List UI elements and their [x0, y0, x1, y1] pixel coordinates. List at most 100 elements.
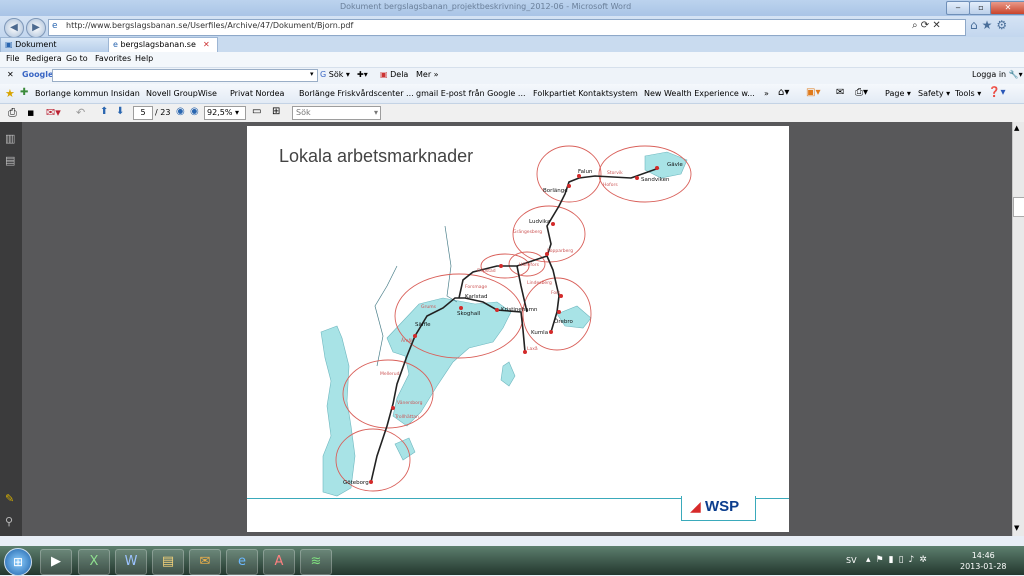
tray-expand-icon[interactable]: ▴ [866, 555, 876, 565]
scroll-up-arrow-icon[interactable]: ▲ [1014, 124, 1019, 132]
excel-icon[interactable]: X [78, 549, 110, 575]
tab-label: Dokument [15, 40, 57, 49]
wsp-logo-text: WSP [705, 498, 740, 515]
refresh-icon[interactable]: ⟳ [921, 20, 929, 31]
media-player-icon[interactable]: ▶ [40, 549, 72, 575]
zoom-in-icon[interactable]: ◉ [190, 106, 199, 117]
scrollbar-thumb[interactable] [1013, 197, 1024, 217]
favorite-link[interactable]: Folkpartiet Kontaktsystem [533, 89, 638, 98]
rail-map: Falun Borlänge Storvik Hofors Sandviken … [320, 145, 692, 497]
internet-explorer-icon[interactable]: e [226, 549, 258, 575]
close-tab-icon[interactable]: ✕ [203, 38, 210, 52]
vertical-scrollbar[interactable] [1012, 122, 1024, 536]
tab-dokument[interactable]: ▣ Dokument [0, 37, 110, 53]
wsp-logo-mark-icon: ◢ [690, 499, 701, 515]
share-pdf-icon[interactable]: ✉▾ [46, 106, 61, 119]
share-button[interactable]: ▣ Dela [380, 70, 408, 79]
label-skoghall: Skoghall [457, 311, 481, 317]
search-icon[interactable]: ⌕ [912, 20, 918, 31]
label-grangesberg: Grängesberg [513, 229, 542, 235]
back-arrow-icon[interactable]: ↶ [76, 106, 85, 119]
favorite-link[interactable]: gmail E-post från Google ... [416, 89, 526, 98]
favorites-overflow-icon[interactable]: » [764, 89, 769, 98]
google-search-button[interactable]: G Sök ▾ [320, 70, 350, 79]
mail-icon[interactable]: ✉ [836, 87, 844, 98]
tab-label: bergslagsbanan.se [120, 40, 196, 49]
language-indicator[interactable]: SV [846, 556, 857, 565]
menu-file[interactable]: File [6, 54, 19, 63]
feeds-icon[interactable]: ▣▾ [806, 87, 820, 98]
save-icon[interactable]: ▪ [27, 106, 34, 119]
settings-tray-icon[interactable]: ✲ [919, 555, 932, 565]
home-toolbar-icon[interactable]: ⌂▾ [778, 87, 789, 98]
label-fors: Fors [551, 290, 561, 296]
minimize-button[interactable]: ‒ [946, 1, 970, 15]
tab-bergslagsbanan[interactable]: e bergslagsbanan.se ✕ [108, 37, 218, 52]
network-icon[interactable]: ▮ [889, 555, 899, 565]
power-icon[interactable]: ▯ [899, 555, 909, 565]
spotify-icon[interactable]: ≋ [300, 549, 332, 575]
page-menu[interactable]: Page ▾ [885, 89, 911, 98]
close-toolbar-icon[interactable]: ✕ [7, 70, 14, 79]
more-button[interactable]: Mer » [416, 70, 439, 79]
login-button[interactable]: Logga in 🔧▾ [972, 70, 1023, 79]
home-icon[interactable]: ⌂ [970, 18, 982, 32]
clock[interactable]: 14:46 2013-01-28 [960, 550, 1007, 572]
pages-panel-icon[interactable]: ▥ [5, 132, 15, 145]
menu-help[interactable]: Help [135, 54, 153, 63]
comments-icon[interactable]: ✎ [5, 492, 14, 505]
flag-icon[interactable]: ⚑ [876, 555, 889, 565]
start-button[interactable]: ⊞ [4, 548, 32, 576]
chevron-down-icon[interactable]: ▾ [374, 107, 378, 119]
safety-menu[interactable]: Safety ▾ [918, 89, 950, 98]
place-labels: Falun Borlänge Storvik Hofors Sandviken … [343, 162, 683, 486]
label-storvik: Storvik [607, 170, 623, 176]
back-button[interactable]: ◀ [4, 18, 24, 38]
favorite-link[interactable]: Borlange kommun Insidan [35, 89, 140, 98]
menu-favorites[interactable]: Favorites [95, 54, 131, 63]
add-button[interactable]: ✚▾ [357, 70, 368, 79]
help-icon[interactable]: ❓▾ [988, 87, 1005, 98]
word-icon[interactable]: W [115, 549, 147, 575]
groupwise-icon[interactable]: ✉ [189, 549, 221, 575]
close-window-button[interactable]: ✕ [990, 1, 1024, 15]
pdf-search-placeholder: Sök [296, 108, 311, 117]
favorite-link[interactable]: Privat Nordea [230, 89, 284, 98]
tools-menu[interactable]: Tools ▾ [955, 89, 981, 98]
chevron-down-icon[interactable]: ▾ [310, 70, 314, 78]
next-page-icon[interactable]: ⬇ [116, 106, 124, 117]
forward-button[interactable]: ▶ [26, 18, 46, 38]
previous-page-icon[interactable]: ⬆ [100, 106, 108, 117]
favorites-star-icon[interactable]: ★ [5, 87, 15, 100]
menu-redigera[interactable]: Redigera [26, 54, 62, 63]
volume-icon[interactable]: ♪ [909, 555, 920, 565]
file-explorer-icon[interactable]: ▤ [152, 549, 184, 575]
google-search-input[interactable] [52, 69, 318, 82]
acrobat-icon[interactable]: A [263, 549, 295, 575]
label-grums: Grums [421, 304, 437, 310]
menu-goto[interactable]: Go to [66, 54, 88, 63]
stop-icon[interactable]: ✕ [932, 20, 940, 31]
address-url[interactable]: http://www.bergslagsbanan.se/Userfiles/A… [66, 21, 353, 30]
label-laxa: Laxå [527, 345, 538, 352]
label-kumla: Kumla [531, 330, 548, 336]
favorite-link[interactable]: Novell GroupWise [146, 89, 217, 98]
print-icon[interactable]: ⎙▾ [855, 87, 868, 98]
attachments-panel-icon[interactable]: ▤ [5, 154, 15, 167]
search-label: Sök [328, 70, 344, 79]
fit-page-icon[interactable]: ▭ [252, 106, 261, 117]
scroll-down-arrow-icon[interactable]: ▼ [1014, 524, 1019, 532]
station-dot [459, 306, 463, 310]
favorite-link[interactable]: New Wealth Experience w... [644, 89, 755, 98]
add-favorite-icon[interactable]: ✚ [20, 87, 28, 98]
fit-width-icon[interactable]: ⊞ [272, 106, 280, 117]
print-icon[interactable]: ⎙ [8, 106, 17, 120]
page-number-input[interactable]: 5 [133, 106, 153, 120]
favorites-star-icon[interactable]: ★ [982, 18, 997, 32]
pdf-search-input[interactable]: Sök ▾ [292, 106, 381, 120]
zoom-out-icon[interactable]: ◉ [176, 106, 185, 117]
gear-icon[interactable]: ⚙ [996, 18, 1011, 32]
favorite-link[interactable]: Borlänge Friskvårdscenter ... [299, 89, 414, 98]
zoom-select[interactable]: 92,5% ▾ [204, 106, 246, 120]
attachment-clip-icon[interactable]: ⚲ [5, 515, 13, 528]
